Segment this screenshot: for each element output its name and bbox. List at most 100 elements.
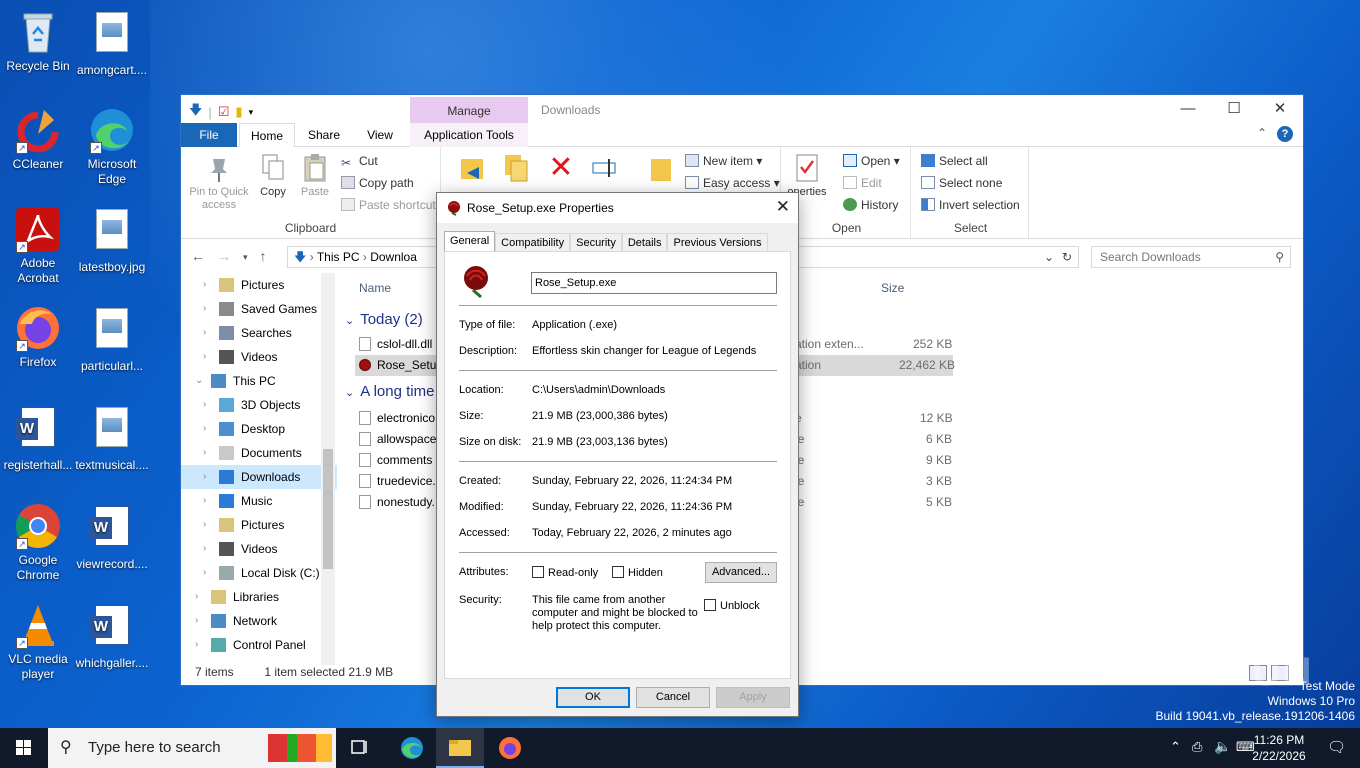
chevron-right-icon[interactable]: › [203,513,206,537]
chevron-down-icon[interactable]: ⌄ [195,369,203,393]
column-header-name[interactable]: Name [359,281,391,295]
tab-home[interactable]: Home [239,123,295,148]
search-input[interactable]: Search Downloads ⚲ [1091,246,1291,268]
start-button[interactable] [0,728,48,768]
breadcrumb-downloads[interactable]: Downloa [370,250,417,264]
pin-quick-access-button[interactable]: Pin to Quick access [187,153,251,212]
easy-access-button[interactable]: Easy access ▾ [685,176,780,190]
group-header-long-time[interactable]: ⌄ A long time [345,383,434,400]
paste-shortcut-button[interactable]: Paste shortcut [341,198,436,212]
invert-selection-button[interactable]: Invert selection [921,198,1020,212]
recent-dropdown-icon[interactable]: ▾ [243,248,248,266]
delete-button[interactable]: ✕ [543,153,579,186]
new-folder-icon[interactable]: ▮ [235,104,242,120]
copy-to-button[interactable] [497,153,533,186]
filename-input[interactable]: Rose_Setup.exe [531,272,777,294]
tab-security[interactable]: Security [570,233,622,252]
tab-file[interactable]: File [181,123,237,147]
task-view-button[interactable] [336,728,384,768]
select-none-button[interactable]: Select none [921,176,1002,190]
ok-button[interactable]: OK [556,687,630,708]
chevron-up-icon[interactable]: ⌃ [1170,739,1181,755]
list-item[interactable]: nonestudy. [359,492,435,513]
move-to-button[interactable] [453,153,489,186]
cancel-button[interactable]: Cancel [636,687,710,708]
manage-tab[interactable]: Manage [410,97,528,123]
list-item-selected[interactable]: Rose_Setup [359,355,443,376]
chevron-right-icon[interactable]: › [195,609,198,633]
desktop-icon-firefox[interactable]: ↗ Firefox [0,304,76,370]
chevron-right-icon[interactable]: › [195,585,198,609]
chevron-right-icon[interactable]: › [203,393,206,417]
chevron-right-icon[interactable]: › [203,465,206,489]
desktop-icon-ccleaner[interactable]: ↗ CCleaner [0,106,76,172]
sidebar-item-control-panel[interactable]: › Control Panel [181,633,337,657]
chevron-right-icon[interactable]: › [203,489,206,513]
history-button[interactable]: History [843,198,898,212]
paste-button[interactable]: Paste [295,153,335,199]
sidebar-item-network[interactable]: › Network [181,609,337,633]
properties-check-icon[interactable]: ☑ [218,104,230,120]
taskbar-search-input[interactable]: ⚲ Type here to search [48,728,336,768]
advanced-button[interactable]: Advanced... [705,562,777,583]
desktop-icon-particularl[interactable]: particularl... [74,304,150,374]
close-icon[interactable]: ✕ [1257,95,1303,123]
edit-button[interactable]: Edit [843,176,882,190]
readonly-checkbox[interactable]: Read-only [532,566,598,579]
sidebar-item-saved-games[interactable]: › Saved Games [181,297,337,321]
taskbar-firefox-button[interactable] [486,728,534,768]
copy-path-button[interactable]: Copy path [341,176,414,190]
copy-button[interactable]: Copy [255,153,291,199]
rename-button[interactable] [587,153,623,186]
taskbar-explorer-button[interactable] [436,728,484,768]
desktop-icon-amongcart[interactable]: amongcart.... [74,8,150,78]
column-header-size[interactable]: Size [881,281,904,295]
breadcrumb-this-pc[interactable]: This PC [317,250,360,264]
list-item[interactable]: allowspace [359,429,436,450]
chevron-right-icon[interactable]: › [195,633,198,657]
tab-view[interactable]: View [353,123,407,147]
sidebar-item-this-pc[interactable]: ⌄ This PC [181,369,337,393]
desktop-icon-google-chrome[interactable]: ↗ Google Chrome [0,502,76,583]
help-icon[interactable]: ? [1277,126,1293,142]
chevron-right-icon[interactable]: › [203,273,206,297]
apply-button[interactable]: Apply [716,687,790,708]
chevron-right-icon[interactable]: › [203,537,206,561]
desktop-icon-vlc[interactable]: ↗ VLC media player [0,601,76,682]
new-item-button[interactable]: New item ▾ [685,154,762,168]
desktop-icon-latestboy[interactable]: latestboy.jpg [74,205,150,275]
sidebar-item-searches[interactable]: › Searches [181,321,337,345]
sidebar-item-desktop[interactable]: › Desktop [181,417,337,441]
chevron-right-icon[interactable]: › [203,561,206,585]
up-arrow-icon[interactable]: ↑ [260,248,267,266]
sidebar-item-3d-objects[interactable]: › 3D Objects [181,393,337,417]
chevron-right-icon[interactable]: › [203,417,206,441]
desktop-icon-registerhall[interactable]: W registerhall... [0,403,76,473]
list-item[interactable]: comments [359,450,432,471]
chevron-right-icon[interactable]: › [203,345,206,369]
maximize-icon[interactable]: ☐ [1211,95,1257,123]
collapse-ribbon-icon[interactable]: ⌃ [1257,126,1267,142]
tab-details[interactable]: Details [621,233,668,252]
nav-scrollbar[interactable] [321,273,335,665]
clock[interactable]: 11:26 PM 2/22/2026 [1244,732,1314,764]
nav-scrollbar-thumb[interactable] [323,449,333,569]
desktop-icon-whichgaller[interactable]: W whichgaller.... [74,601,150,671]
hidden-checkbox[interactable]: Hidden [612,566,663,579]
sidebar-item-videos[interactable]: › Videos [181,345,337,369]
chevron-right-icon[interactable]: › [203,321,206,345]
taskbar-edge-button[interactable] [388,728,436,768]
chevron-right-icon[interactable]: › [203,441,206,465]
desktop-icon-recycle-bin[interactable]: Recycle Bin [0,8,76,74]
sidebar-item-music[interactable]: › Music [181,489,337,513]
tab-share[interactable]: Share [299,123,349,147]
desktop-icon-viewrecord[interactable]: W viewrecord.... [74,502,150,572]
list-item[interactable]: truedevice. [359,471,436,492]
tab-application-tools[interactable]: Application Tools [410,123,528,147]
sidebar-item-videos[interactable]: › Videos [181,537,337,561]
desktop-icon-textmusical[interactable]: textmusical.... [74,403,150,473]
cut-button[interactable]: ✂ Cut [341,154,378,170]
sidebar-item-downloads[interactable]: › Downloads [181,465,337,489]
tab-previous-versions[interactable]: Previous Versions [667,233,768,252]
sidebar-item-pictures[interactable]: › Pictures [181,273,337,297]
